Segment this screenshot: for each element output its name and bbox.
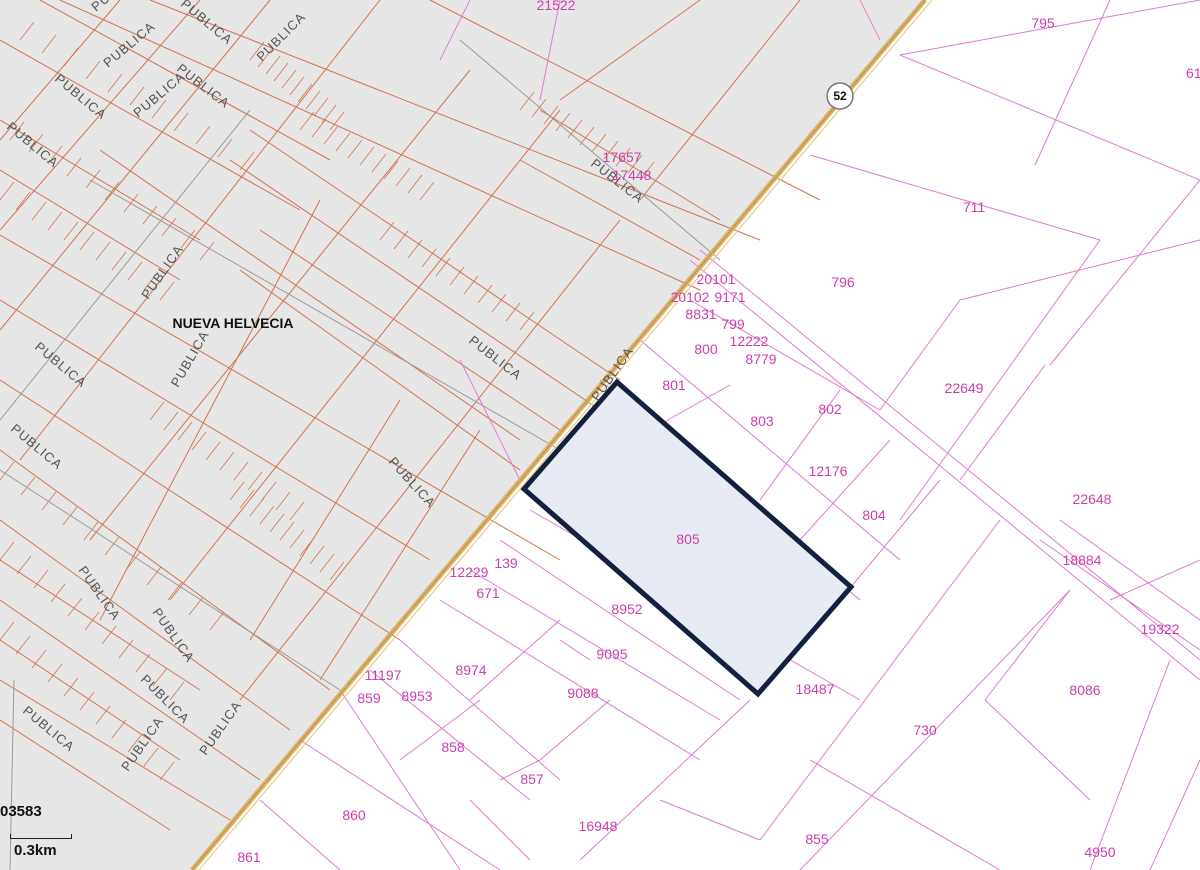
parcel-label: 18487 <box>796 681 835 697</box>
parcel-label: 805 <box>676 531 700 547</box>
parcel-label: 19322 <box>1141 621 1180 637</box>
parcel-label: 22649 <box>945 380 984 396</box>
coordinate-readout: 03583 <box>0 803 42 820</box>
parcel-label: 8953 <box>401 688 432 704</box>
parcel-label: 17657 <box>603 149 642 165</box>
parcel-label: 857 <box>520 771 544 787</box>
parcel-label: 8952 <box>611 601 642 617</box>
scale-bar: 0.3km <box>0 828 90 864</box>
parcel-label: 795 <box>1031 15 1055 31</box>
parcel-label: 20102 <box>671 289 710 305</box>
parcel-label: 21522 <box>537 0 576 13</box>
parcel-label: 16948 <box>579 818 618 834</box>
parcel-label: 8779 <box>745 351 776 367</box>
route-52-shield[interactable]: 52 <box>826 82 854 110</box>
parcel-label: 22648 <box>1073 491 1112 507</box>
parcel-label: 9171 <box>714 289 745 305</box>
parcel-label: 859 <box>357 690 381 706</box>
parcel-label: 11197 <box>365 667 402 683</box>
parcel-label: 804 <box>862 507 886 523</box>
parcel-label: 61 <box>1186 65 1200 81</box>
parcel-label: 9095 <box>596 646 627 662</box>
parcel-label: 730 <box>913 722 937 738</box>
parcel-label: 12222 <box>730 333 769 349</box>
route-number: 52 <box>833 89 847 103</box>
parcel-label: 8974 <box>455 662 486 678</box>
parcel-label: 858 <box>441 739 465 755</box>
parcel-label: 860 <box>342 807 366 823</box>
parcel-label: 18884 <box>1063 552 1102 568</box>
parcel-label: 9088 <box>567 685 598 701</box>
parcel-label: 801 <box>662 377 686 393</box>
parcel-label: 8831 <box>685 306 716 322</box>
parcel-label: 20101 <box>697 271 736 287</box>
parcel-label: 803 <box>750 413 774 429</box>
parcel-label: 711 <box>963 199 986 215</box>
parcel-label: 796 <box>831 274 855 290</box>
parcel-label: 17448 <box>613 167 652 183</box>
parcel-label: 800 <box>694 341 718 357</box>
parcel-label: 799 <box>721 316 745 332</box>
parcel-label: 139 <box>494 555 518 571</box>
town-label: NUEVA HELVECIA <box>172 315 293 331</box>
parcel-label: 12176 <box>809 463 848 479</box>
parcel-label: 671 <box>476 585 500 601</box>
cadastral-map[interactable]: 52 NUEVA HELVECIA PUBLICA PUBLICA PUBLIC… <box>0 0 1200 870</box>
map-canvas[interactable]: 52 NUEVA HELVECIA PUBLICA PUBLICA PUBLIC… <box>0 0 1200 870</box>
parcel-label: 4950 <box>1084 844 1115 860</box>
parcel-label: 855 <box>805 831 829 847</box>
parcel-label: 8086 <box>1069 682 1100 698</box>
parcel-label: 861 <box>237 849 261 865</box>
scale-bar-line <box>10 834 72 839</box>
parcel-label: 12229 <box>450 564 489 580</box>
scale-label: 0.3km <box>14 842 57 859</box>
parcel-label: 802 <box>818 401 842 417</box>
